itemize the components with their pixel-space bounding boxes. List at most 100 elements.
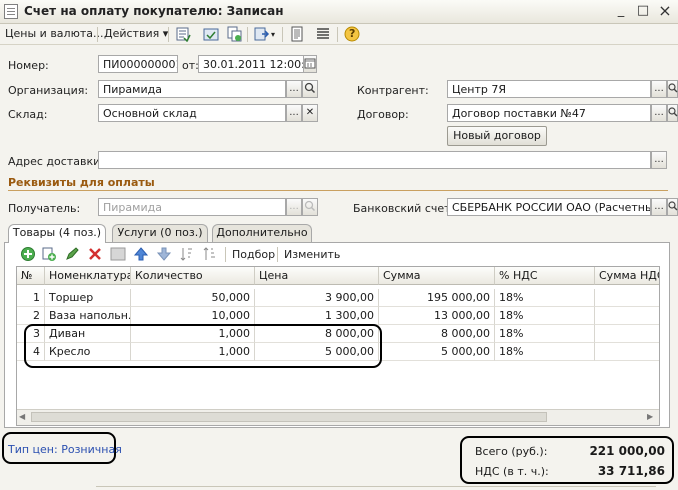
select-warehouse-button[interactable]: ... bbox=[286, 104, 302, 122]
delivery-address-label: Адрес доставки: bbox=[8, 155, 104, 168]
column-header[interactable]: Сумма bbox=[379, 267, 495, 285]
bank-account-field[interactable]: СБЕРБАНК РОССИИ ОАО (Расчетный) bbox=[447, 198, 651, 216]
vat-rate-cell[interactable]: 18% bbox=[495, 343, 595, 361]
column-header[interactable]: Количество bbox=[131, 267, 255, 285]
date-label: от: bbox=[182, 59, 199, 72]
save-icon[interactable] bbox=[203, 26, 219, 42]
edit-address-button[interactable]: ... bbox=[651, 151, 667, 169]
select-contract-button[interactable]: ... bbox=[651, 104, 667, 122]
chevron-down-icon[interactable]: ▾ bbox=[271, 30, 275, 39]
delete-row-icon[interactable] bbox=[87, 246, 103, 262]
price-type-link[interactable]: Тип цен: Розничная bbox=[8, 443, 122, 456]
post-and-close-icon[interactable] bbox=[175, 26, 191, 43]
contract-field[interactable]: Договор поставки №47 bbox=[447, 104, 651, 122]
vat-total-value: 33 711,86 bbox=[597, 464, 665, 478]
actions-menu-label: Действия bbox=[104, 27, 160, 40]
warehouse-field[interactable]: Основной склад bbox=[98, 104, 286, 122]
title-bar: Счет на оплату покупателю: Записан _ □ × bbox=[0, 0, 678, 24]
contract-label: Договор: bbox=[357, 108, 409, 121]
quantity-cell[interactable]: 10,000 bbox=[131, 307, 255, 325]
help-icon[interactable]: ? bbox=[344, 26, 360, 42]
search-icon[interactable] bbox=[667, 104, 678, 122]
column-header[interactable]: № bbox=[17, 267, 45, 285]
vat-amount-cell[interactable] bbox=[595, 343, 659, 361]
recipient-label: Получатель: bbox=[8, 202, 81, 215]
vat-amount-cell[interactable] bbox=[595, 325, 659, 343]
vat-rate-cell[interactable]: 18% bbox=[495, 307, 595, 325]
search-icon[interactable] bbox=[302, 198, 318, 216]
amount-cell[interactable]: 195 000,00 bbox=[379, 289, 495, 307]
move-down-icon[interactable] bbox=[156, 246, 172, 262]
column-header[interactable]: Цена bbox=[255, 267, 379, 285]
select-organization-button[interactable]: ... bbox=[286, 80, 302, 98]
price-cell[interactable]: 3 900,00 bbox=[255, 289, 379, 307]
row-number-cell[interactable]: 1 bbox=[17, 289, 45, 307]
minimize-button[interactable]: _ bbox=[612, 3, 630, 20]
item-name-cell[interactable]: Торшер bbox=[45, 289, 131, 307]
tab-goods[interactable]: Товары (4 поз.) bbox=[8, 224, 106, 243]
column-header[interactable]: Номенклатура bbox=[45, 267, 131, 285]
date-field[interactable]: 30.01.2011 12:00:00 bbox=[198, 55, 304, 73]
column-header[interactable]: % НДС bbox=[495, 267, 595, 285]
scroll-right-icon[interactable]: ▶ bbox=[647, 412, 657, 422]
total-label: Всего (руб.): bbox=[475, 445, 548, 458]
close-button[interactable]: × bbox=[656, 3, 674, 20]
vat-rate-cell[interactable]: 18% bbox=[495, 325, 595, 343]
payment-section-title: Реквизиты для оплаты bbox=[8, 176, 155, 189]
change-button[interactable]: Изменить bbox=[284, 248, 340, 261]
recipient-field[interactable]: Пирамида bbox=[98, 198, 286, 216]
amount-cell[interactable]: 5 000,00 bbox=[379, 343, 495, 361]
organization-field[interactable]: Пирамида bbox=[98, 80, 286, 98]
section-divider bbox=[8, 190, 668, 191]
toolbar-separator bbox=[168, 27, 169, 42]
create-based-on-icon[interactable] bbox=[254, 26, 270, 42]
sort-ascending-icon[interactable] bbox=[179, 246, 195, 262]
horizontal-scrollbar[interactable]: ◀ ▶ bbox=[17, 409, 659, 425]
number-field[interactable]: ПИ000000001 bbox=[98, 55, 178, 73]
tab-additional[interactable]: Дополнительно bbox=[212, 224, 312, 242]
amount-cell[interactable]: 13 000,00 bbox=[379, 307, 495, 325]
clear-icon[interactable]: ✕ bbox=[302, 104, 318, 122]
tab-services[interactable]: Услуги (0 поз.) bbox=[112, 224, 208, 242]
copy-row-icon[interactable] bbox=[41, 246, 57, 262]
delivery-address-field[interactable] bbox=[98, 151, 651, 169]
prices-currency-button[interactable]: Цены и валюта... bbox=[5, 27, 103, 40]
item-name-cell[interactable]: Ваза напольн... bbox=[45, 307, 131, 325]
organization-label: Организация: bbox=[8, 84, 89, 97]
select-bank-account-button[interactable]: ... bbox=[651, 198, 667, 216]
counterparty-field[interactable]: Центр 7Я bbox=[447, 80, 651, 98]
new-contract-button[interactable]: Новый договор bbox=[447, 126, 547, 146]
structure-icon[interactable] bbox=[315, 26, 331, 42]
vat-amount-cell[interactable] bbox=[595, 289, 659, 307]
search-icon[interactable] bbox=[667, 198, 678, 216]
help-label: ? bbox=[349, 27, 356, 40]
edit-row-icon[interactable] bbox=[64, 246, 80, 262]
number-label: Номер: bbox=[8, 59, 49, 72]
amount-cell[interactable]: 8 000,00 bbox=[379, 325, 495, 343]
calendar-icon[interactable] bbox=[303, 55, 317, 73]
bottom-divider bbox=[96, 486, 656, 490]
pick-button[interactable]: Подбор bbox=[232, 248, 275, 261]
scrollbar-thumb[interactable] bbox=[31, 412, 547, 422]
row-number-cell[interactable]: 2 bbox=[17, 307, 45, 325]
price-cell[interactable]: 1 300,00 bbox=[255, 307, 379, 325]
scroll-left-icon[interactable]: ◀ bbox=[19, 412, 29, 422]
move-up-icon[interactable] bbox=[133, 246, 149, 262]
print-form-icon[interactable] bbox=[289, 26, 305, 42]
select-counterparty-button[interactable]: ... bbox=[651, 80, 667, 98]
column-header[interactable]: Сумма НДС bbox=[595, 267, 659, 285]
vat-rate-cell[interactable]: 18% bbox=[495, 289, 595, 307]
add-row-icon[interactable] bbox=[20, 246, 36, 262]
copy-document-icon[interactable] bbox=[226, 26, 242, 42]
quantity-cell[interactable]: 50,000 bbox=[131, 289, 255, 307]
search-icon[interactable] bbox=[667, 80, 678, 98]
select-recipient-button[interactable]: ... bbox=[286, 198, 302, 216]
search-icon[interactable] bbox=[302, 80, 318, 98]
actions-menu-button[interactable]: Действия ▾ bbox=[104, 27, 168, 40]
vat-amount-cell[interactable] bbox=[595, 307, 659, 325]
sort-descending-icon[interactable] bbox=[202, 246, 218, 262]
document-icon bbox=[4, 4, 18, 19]
end-editing-icon[interactable] bbox=[110, 246, 126, 262]
highlight-rows-annotation bbox=[24, 324, 382, 368]
maximize-button[interactable]: □ bbox=[634, 3, 652, 20]
